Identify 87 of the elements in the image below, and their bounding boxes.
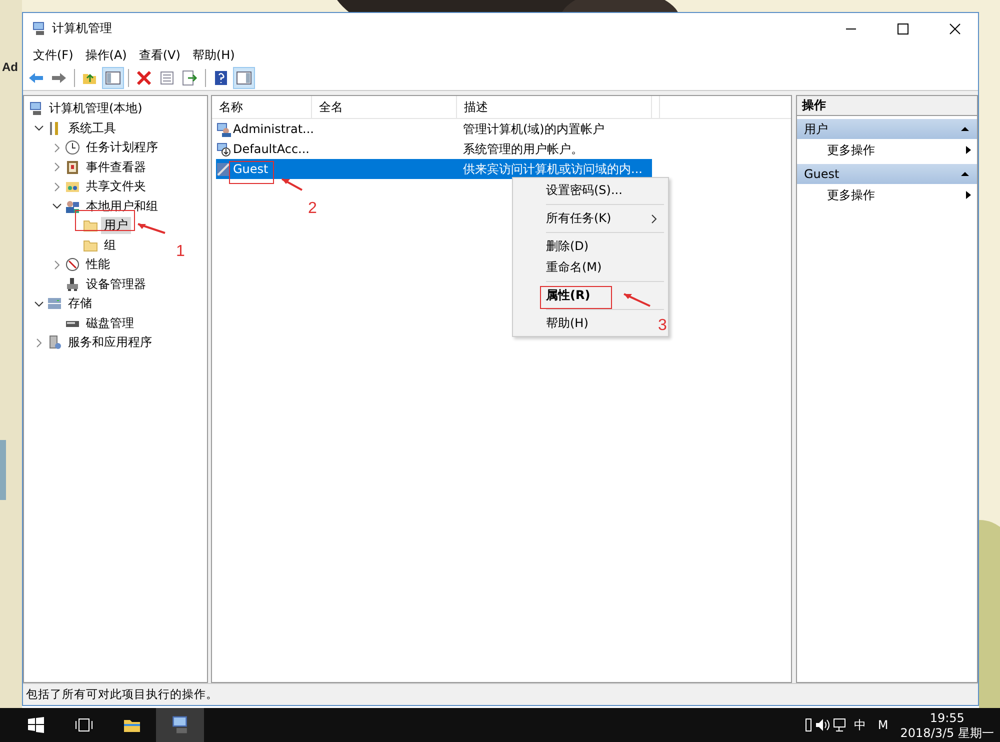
computer-icon: [28, 101, 43, 116]
action-group-header[interactable]: 用户: [797, 119, 977, 139]
annotation-arrow: [280, 176, 304, 193]
menu-item[interactable]: 重命名(M): [546, 259, 602, 276]
menu-item[interactable]: 查看(V): [132, 44, 186, 66]
menu-item[interactable]: 删除(D): [546, 238, 589, 255]
network-icon: [832, 717, 848, 733]
storage-icon: [47, 296, 62, 312]
action-pane-button[interactable]: [233, 67, 255, 89]
list-row[interactable]: DefaultAcc... 系统管理的用户帐户。: [216, 139, 652, 159]
user-computer-icon: [216, 122, 231, 136]
shared-folder-icon: [65, 179, 80, 194]
menu-item[interactable]: 操作(A): [79, 44, 133, 66]
annotation-number: 1: [176, 243, 185, 261]
gauge-icon: [65, 257, 80, 272]
column-header[interactable]: 全名: [312, 96, 457, 118]
tree-item[interactable]: 共享文件夹: [83, 178, 149, 196]
app-icon: [31, 21, 46, 36]
menu-item[interactable]: 帮助(H): [546, 315, 588, 332]
status-bar: 包括了所有可对此项目执行的操作。: [23, 683, 978, 705]
window-title: 计算机管理: [52, 20, 113, 37]
speaker-icon: [814, 717, 832, 733]
action-item[interactable]: 更多操作: [797, 139, 977, 161]
user-name: Guest: [233, 162, 268, 176]
console-tree-icon: [105, 70, 121, 86]
menu-item[interactable]: 所有任务(K): [546, 210, 612, 227]
tree-item[interactable]: 事件查看器: [83, 158, 149, 176]
annotation-number: 2: [308, 200, 317, 218]
actions-header: 操作: [797, 96, 977, 116]
tree-item[interactable]: 用户: [101, 217, 131, 234]
user-name: Administrat...: [233, 122, 314, 136]
log-book-icon: [65, 160, 80, 175]
users-icon: [65, 198, 80, 214]
tree-item[interactable]: 任务计划程序: [83, 139, 161, 156]
menu-item[interactable]: 属性(R): [546, 287, 590, 304]
menu-item[interactable]: 帮助(H): [186, 44, 241, 66]
tray-item[interactable]: M: [872, 718, 894, 732]
device-icon: [65, 276, 80, 292]
forward-arrow-icon: [51, 70, 67, 86]
computer-button[interactable]: [156, 708, 204, 742]
windows-logo-icon: [26, 715, 46, 735]
submenu-arrow-icon: [964, 190, 972, 200]
user-description: 管理计算机(域)的内置帐户: [463, 120, 604, 138]
user-description: 供来宾访问计算机或访问域的内...: [463, 160, 642, 178]
column-header[interactable]: 名称: [212, 96, 312, 118]
folder-icon: [83, 218, 98, 234]
user-description: 系统管理的用户帐户。: [463, 140, 583, 158]
computer-icon: [170, 715, 190, 735]
action-group-header[interactable]: Guest: [797, 164, 977, 184]
export-icon: [182, 70, 198, 86]
highlight-frame: [75, 210, 135, 231]
annotation-arrow: [136, 221, 167, 236]
properties-icon: [159, 70, 175, 86]
tree-item[interactable]: 系统工具: [65, 120, 119, 137]
tree-item[interactable]: 设备管理器: [83, 276, 149, 293]
menu-item[interactable]: 设置密码(S)...: [546, 182, 622, 199]
action-item[interactable]: 更多操作: [797, 184, 977, 206]
column-header[interactable]: 描述: [457, 96, 652, 118]
user-guest-icon: [216, 162, 231, 176]
tree-item[interactable]: 服务和应用程序: [65, 334, 155, 352]
annotation-arrow: [622, 291, 652, 309]
action-pane-icon: [236, 70, 252, 86]
tray-item[interactable]: 中: [848, 716, 872, 734]
list-row[interactable]: Guest 供来宾访问计算机或访问域的内...: [216, 159, 652, 179]
back-arrow-icon: [28, 70, 44, 86]
tree-item[interactable]: 磁盘管理: [83, 314, 137, 332]
tree-item[interactable]: 性能: [83, 256, 113, 274]
delete-icon: [136, 70, 152, 86]
highlight-frame: [540, 286, 612, 309]
user-download-icon: [216, 142, 231, 156]
clock-icon: [65, 140, 80, 156]
tree-item[interactable]: 存储: [65, 295, 95, 312]
user-name: DefaultAcc...: [233, 142, 310, 156]
menu-item[interactable]: 文件(F): [27, 44, 80, 66]
tree-item[interactable]: 组: [101, 236, 119, 254]
tree-item[interactable]: 计算机管理(本地): [46, 100, 146, 118]
services-icon: [47, 335, 62, 350]
annotation-number: 3: [658, 317, 667, 335]
group-title: 用户: [804, 120, 828, 138]
list-row[interactable]: Administrat... 管理计算机(域)的内置帐户: [216, 119, 652, 139]
submenu-arrow-icon: [964, 145, 972, 155]
help-icon: [213, 70, 229, 86]
folder-icon: [83, 238, 98, 253]
group-title: Guest: [804, 167, 840, 181]
console-tree-button[interactable]: [102, 67, 124, 89]
clock[interactable]: 19:55 2018/3/5 星期一: [894, 708, 1000, 742]
highlight-frame: [229, 161, 274, 184]
